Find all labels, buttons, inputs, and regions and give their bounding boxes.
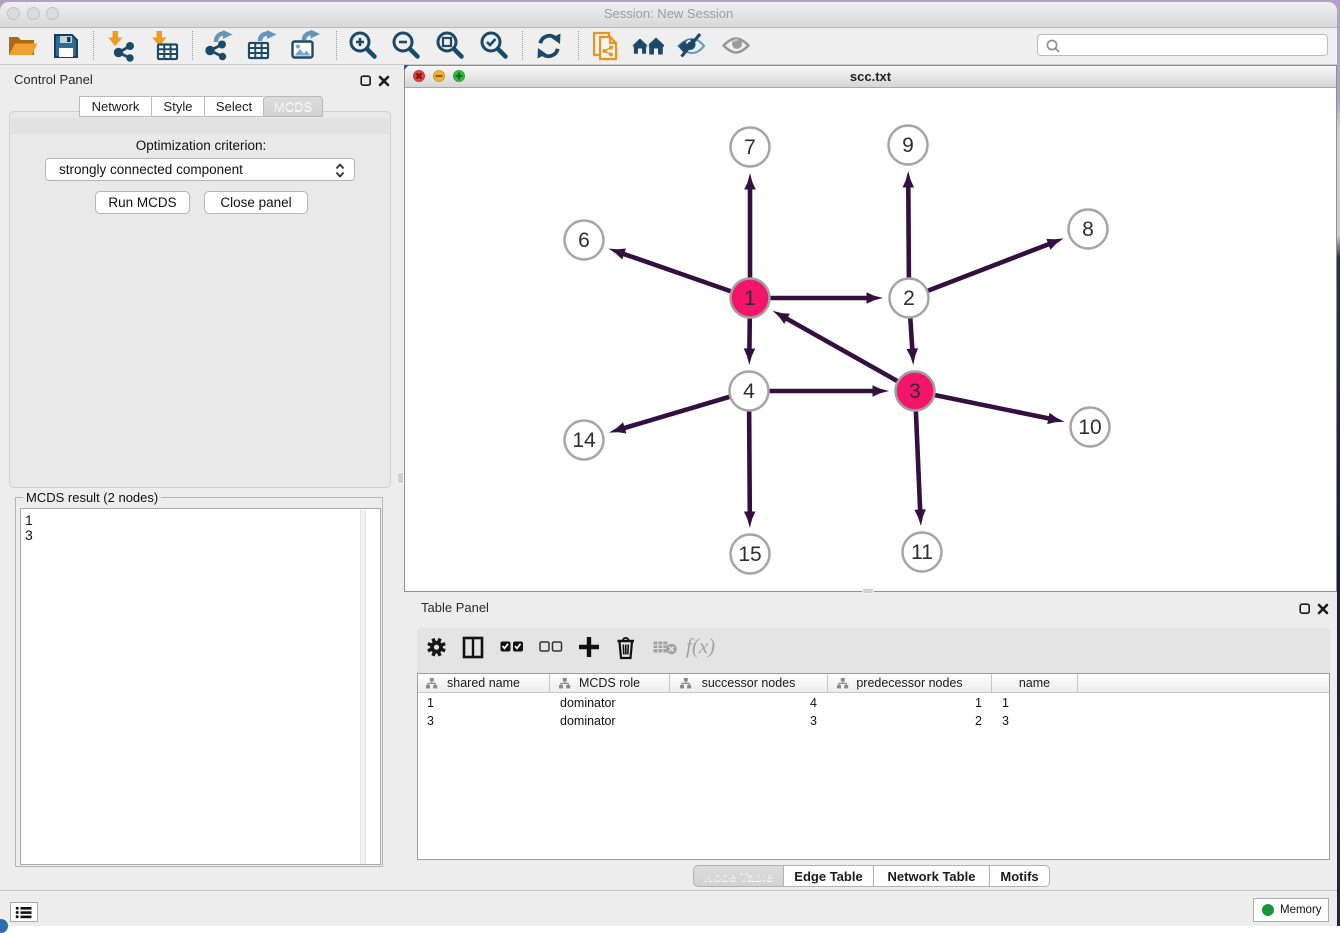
svg-text:2: 2 bbox=[903, 287, 915, 310]
svg-text:6: 6 bbox=[578, 229, 590, 252]
svg-text:10: 10 bbox=[1078, 416, 1101, 439]
svg-text:1: 1 bbox=[744, 287, 756, 310]
svg-text:15: 15 bbox=[738, 543, 761, 566]
svg-text:3: 3 bbox=[909, 380, 921, 403]
svg-text:11: 11 bbox=[911, 541, 933, 564]
svg-text:9: 9 bbox=[902, 134, 914, 157]
svg-text:4: 4 bbox=[743, 380, 755, 403]
svg-text:7: 7 bbox=[744, 136, 756, 159]
svg-text:8: 8 bbox=[1082, 218, 1094, 241]
svg-text:14: 14 bbox=[572, 429, 596, 452]
